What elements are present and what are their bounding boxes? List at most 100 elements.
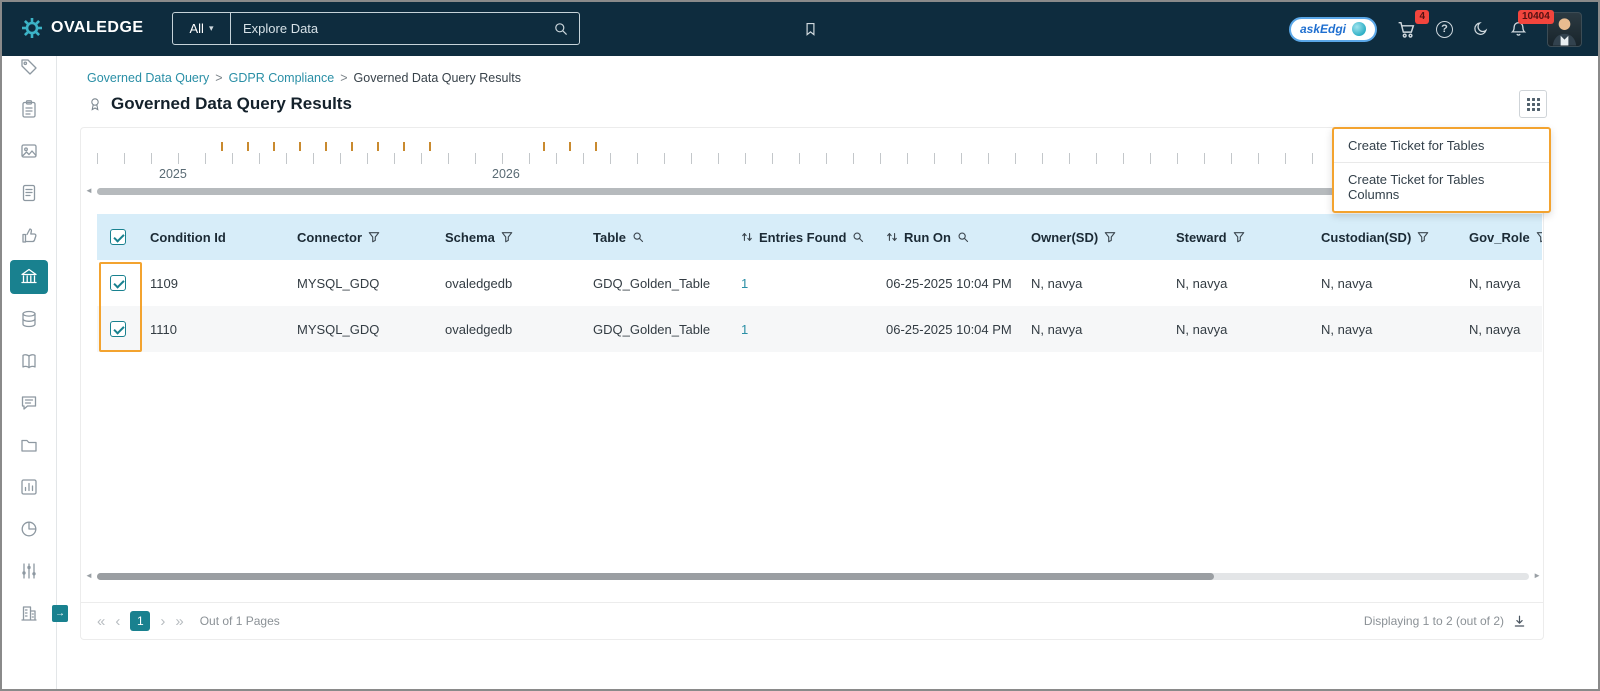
sidebar-item-reports[interactable]: [10, 172, 48, 214]
search-icon[interactable]: [852, 231, 864, 243]
folder-icon: [21, 439, 37, 452]
sidebar-item-organization[interactable]: [10, 592, 48, 634]
sidebar-item-clipboard[interactable]: [10, 88, 48, 130]
sidebar-item-data-catalog[interactable]: [10, 298, 48, 340]
col-entries-found: Entries Found: [733, 214, 878, 260]
bank-icon: [21, 268, 37, 284]
help-button[interactable]: ?: [1436, 20, 1453, 38]
sort-icon[interactable]: [741, 231, 753, 243]
scroll-left-icon[interactable]: ◄: [85, 187, 93, 195]
timeline-activity-ticks: [543, 142, 601, 151]
col-gov-role: Gov_Role: [1461, 214, 1542, 260]
cell-condition-id: 1109: [150, 275, 178, 291]
search-input[interactable]: [231, 13, 579, 44]
main-content: Governed Data Query > GDPR Compliance > …: [57, 56, 1598, 689]
row-checkbox[interactable]: [110, 321, 126, 337]
menu-item-create-ticket-table-columns[interactable]: Create Ticket for Tables Columns: [1334, 163, 1549, 211]
sidebar-item-projects[interactable]: [10, 424, 48, 466]
menu-item-create-ticket-tables[interactable]: Create Ticket for Tables: [1334, 129, 1549, 163]
moon-icon: [1474, 22, 1488, 35]
cell-connector: MYSQL_GDQ: [297, 321, 380, 337]
ask-edgi-button[interactable]: askEdgi: [1288, 16, 1377, 42]
search-icon[interactable]: [553, 21, 569, 37]
scroll-right-icon[interactable]: ►: [1533, 572, 1541, 580]
cart-button[interactable]: 4: [1396, 9, 1429, 40]
select-all-checkbox[interactable]: [110, 229, 126, 245]
sidebar-expand-button[interactable]: →: [52, 605, 68, 622]
timeline-scrollbar: ◄ ►: [85, 185, 1541, 197]
breadcrumb: Governed Data Query > GDPR Compliance > …: [87, 71, 521, 85]
scroll-left-icon[interactable]: ◄: [85, 572, 93, 580]
sort-icon[interactable]: [886, 231, 898, 243]
clipboard-icon: [22, 100, 36, 118]
filter-icon[interactable]: [1417, 231, 1429, 243]
cart-badge: 4: [1415, 9, 1429, 24]
sidebar-item-quality[interactable]: [10, 214, 48, 256]
report-list-icon: [22, 184, 36, 202]
table-actions-button[interactable]: [1519, 90, 1547, 118]
database-icon: [22, 310, 36, 328]
sliders-icon: [22, 563, 36, 579]
image-icon: [21, 144, 37, 158]
filter-icon[interactable]: [1536, 231, 1542, 243]
results-table: Condition Id Connector Schema Table Entr…: [97, 214, 1542, 352]
col-schema: Schema: [437, 214, 585, 260]
filter-icon[interactable]: [1104, 231, 1116, 243]
sidebar-item-analytics[interactable]: [10, 466, 48, 508]
theme-toggle[interactable]: [1472, 20, 1490, 38]
timeline[interactable]: 2025 2026: [97, 136, 1535, 186]
col-run-on: Run On: [878, 214, 1023, 260]
table-header-row: Condition Id Connector Schema Table Entr…: [97, 214, 1542, 260]
cell-condition-id: 1110: [150, 321, 177, 337]
filter-icon[interactable]: [501, 231, 513, 243]
pagination-bar: « ‹ 1 › » Out of 1 Pages Displaying 1 to…: [81, 602, 1543, 639]
table-scrollbar: ◄ ►: [85, 570, 1541, 582]
prev-page-button[interactable]: ‹: [115, 614, 120, 629]
breadcrumb-link-governed-data-query[interactable]: Governed Data Query: [87, 71, 209, 85]
top-navbar: OVALEDGE All ▾ askEdgi: [2, 2, 1598, 56]
search-scope-select[interactable]: All ▾: [173, 13, 231, 44]
timeline-year-label: 2026: [492, 167, 520, 181]
sidebar-item-collaboration[interactable]: [10, 382, 48, 424]
chat-icon: [21, 396, 37, 410]
search-scope-value: All: [189, 21, 204, 36]
app-window: OVALEDGE All ▾ askEdgi: [0, 0, 1600, 691]
entries-found-link[interactable]: 1: [741, 322, 748, 337]
cell-gov-role: N, navya: [1469, 321, 1521, 337]
scrollbar-thumb[interactable]: [96, 572, 1214, 580]
bar-chart-icon: [21, 479, 37, 495]
col-condition-id: Condition Id: [150, 229, 226, 245]
ovaledge-logo[interactable]: OVALEDGE: [20, 16, 144, 40]
cell-schema: ovaledgedb: [445, 275, 513, 291]
edgi-orb-icon: [1352, 22, 1366, 36]
filter-icon[interactable]: [368, 231, 380, 243]
download-button[interactable]: [1512, 614, 1527, 629]
sidebar-item-glossary[interactable]: [10, 340, 48, 382]
search-icon[interactable]: [632, 231, 644, 243]
cell-table: GDQ_Golden_Table: [593, 275, 711, 291]
last-page-button[interactable]: »: [175, 614, 183, 629]
filter-icon[interactable]: [1233, 231, 1245, 243]
breadcrumb-link-gdpr-compliance[interactable]: GDPR Compliance: [229, 71, 335, 85]
notifications-badge: 10404: [1518, 9, 1554, 24]
table-body: 1109 MYSQL_GDQ ovaledgedb GDQ_Golden_Tab…: [97, 260, 1542, 352]
sidebar-item-media[interactable]: [10, 130, 48, 172]
left-sidebar: [2, 56, 57, 689]
scrollbar-thumb[interactable]: [96, 187, 1530, 195]
cell-table: GDQ_Golden_Table: [593, 321, 711, 337]
sidebar-item-tags[interactable]: [10, 56, 48, 88]
notifications-button[interactable]: 10404: [1509, 9, 1554, 39]
search-icon[interactable]: [957, 231, 969, 243]
entries-found-link[interactable]: 1: [741, 276, 748, 291]
cell-steward: N, navya: [1176, 321, 1228, 337]
current-page-button[interactable]: 1: [130, 611, 151, 631]
bookmark-icon[interactable]: [802, 20, 819, 39]
sidebar-item-settings[interactable]: [10, 550, 48, 592]
row-checkbox[interactable]: [110, 275, 126, 291]
table-row[interactable]: 1110 MYSQL_GDQ ovaledgedb GDQ_Golden_Tab…: [97, 306, 1542, 352]
next-page-button[interactable]: ›: [160, 614, 165, 629]
first-page-button[interactable]: «: [97, 614, 105, 629]
table-row[interactable]: 1109 MYSQL_GDQ ovaledgedb GDQ_Golden_Tab…: [97, 260, 1542, 306]
sidebar-item-governance-active[interactable]: [10, 260, 48, 294]
sidebar-item-jobs[interactable]: [10, 508, 48, 550]
